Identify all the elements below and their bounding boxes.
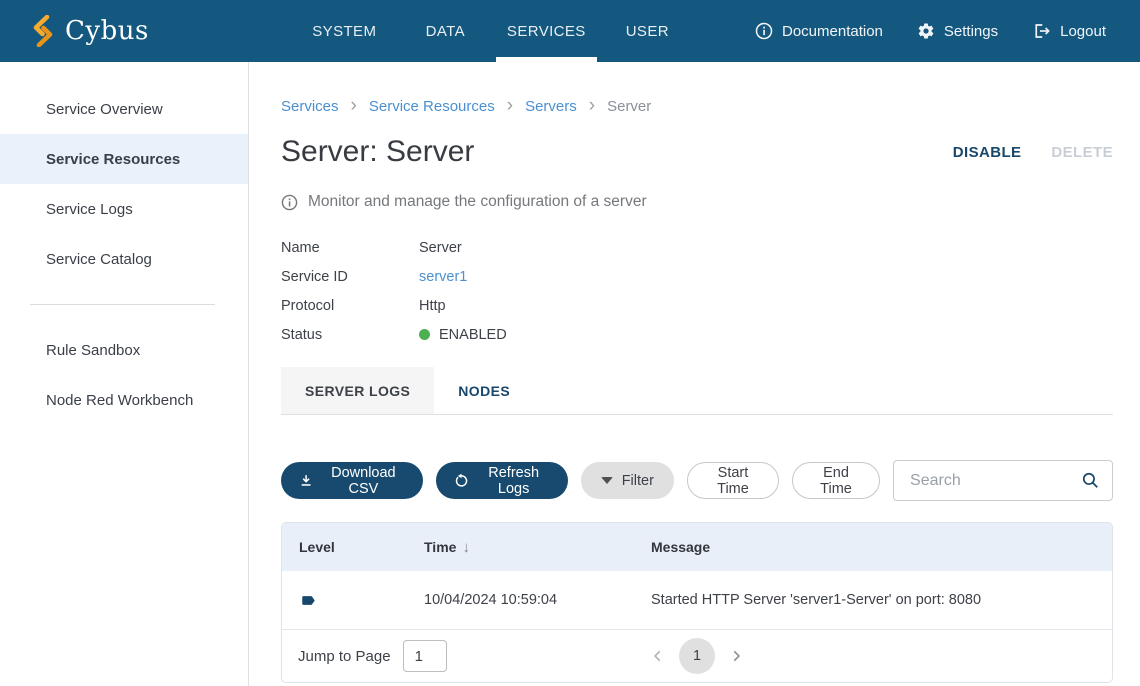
breadcrumb: Services › Service Resources › Servers ›… <box>281 96 1113 117</box>
detail-value-name: Server <box>419 240 462 256</box>
main-content: Services › Service Resources › Servers ›… <box>249 62 1140 686</box>
sidebar-item-service-catalog[interactable]: Service Catalog <box>0 234 248 284</box>
logout-button[interactable]: Logout <box>1032 22 1106 40</box>
sidebar-item-node-red-workbench[interactable]: Node Red Workbench <box>0 375 248 425</box>
status-enabled-dot <box>419 329 430 340</box>
logs-table-header: Level Time ↓ Message <box>282 523 1112 571</box>
next-page-button[interactable] <box>725 645 747 667</box>
download-csv-label: Download CSV <box>322 465 404 497</box>
detail-value-status: ENABLED <box>419 327 507 343</box>
gear-icon <box>917 22 935 40</box>
detail-label-service-id: Service ID <box>281 269 419 285</box>
column-header-level: Level <box>282 539 424 555</box>
breadcrumb-current: Server <box>607 98 651 115</box>
main-nav: SYSTEM DATA SERVICES USER <box>294 0 698 62</box>
status-text: ENABLED <box>439 327 507 343</box>
current-page-button[interactable]: 1 <box>679 638 715 674</box>
logs-table: Level Time ↓ Message 10/04/2024 10:59:04… <box>281 522 1113 683</box>
documentation-button[interactable]: Documentation <box>755 22 883 40</box>
nav-tab-user[interactable]: USER <box>597 0 698 62</box>
info-circle-icon <box>281 194 298 211</box>
breadcrumb-servers[interactable]: Servers <box>525 98 577 115</box>
sidebar-item-service-overview[interactable]: Service Overview <box>0 84 248 134</box>
server-details: Name Server Service ID server1 Protocol … <box>281 233 1113 349</box>
column-header-time[interactable]: Time ↓ <box>424 539 651 556</box>
sidebar-item-service-resources[interactable]: Service Resources <box>0 134 248 184</box>
dropdown-arrow-icon <box>601 477 613 484</box>
column-header-message: Message <box>651 539 1112 555</box>
log-level-cell <box>282 592 424 608</box>
start-time-label: Start Time <box>705 465 761 497</box>
brand-name: Cybus <box>65 16 149 46</box>
disable-button[interactable]: DISABLE <box>953 144 1022 161</box>
settings-button[interactable]: Settings <box>917 22 998 40</box>
breadcrumb-services[interactable]: Services <box>281 98 339 115</box>
filter-label: Filter <box>622 473 654 489</box>
pagination: 1 <box>647 638 747 674</box>
nav-tab-data[interactable]: DATA <box>395 0 496 62</box>
search-icon[interactable] <box>1081 471 1100 490</box>
time-header-label: Time <box>424 539 456 555</box>
navbar-actions: Documentation Settings Logout <box>755 0 1140 62</box>
sidebar-divider <box>30 304 215 305</box>
download-csv-button[interactable]: Download CSV <box>281 462 423 499</box>
sidebar: Service Overview Service Resources Servi… <box>0 62 249 686</box>
logout-label: Logout <box>1060 23 1106 40</box>
breadcrumb-separator-icon: › <box>589 96 595 117</box>
start-time-button[interactable]: Start Time <box>687 462 779 499</box>
logs-table-footer: Jump to Page 1 <box>282 629 1112 682</box>
settings-label: Settings <box>944 23 998 40</box>
refresh-logs-button[interactable]: Refresh Logs <box>436 462 568 499</box>
search-box <box>893 460 1113 501</box>
log-table-row: 10/04/2024 10:59:04 Started HTTP Server … <box>282 571 1112 629</box>
log-message-cell: Started HTTP Server 'server1-Server' on … <box>651 592 1112 608</box>
end-time-button[interactable]: End Time <box>792 462 880 499</box>
end-time-label: End Time <box>810 465 862 497</box>
search-input[interactable] <box>908 471 1081 491</box>
tab-server-logs[interactable]: SERVER LOGS <box>281 367 434 414</box>
chevron-right-icon <box>729 649 743 663</box>
nav-tab-system[interactable]: SYSTEM <box>294 0 395 62</box>
label-tag-icon <box>301 593 316 608</box>
refresh-logs-label: Refresh Logs <box>478 465 550 497</box>
jump-to-page-label: Jump to Page <box>298 648 391 665</box>
log-time-cell: 10/04/2024 10:59:04 <box>424 592 651 608</box>
breadcrumb-separator-icon: › <box>507 96 513 117</box>
detail-label-name: Name <box>281 240 419 256</box>
logout-icon <box>1032 22 1051 40</box>
detail-tabs: SERVER LOGS NODES <box>281 367 1113 415</box>
jump-to-page-input[interactable] <box>403 640 447 672</box>
detail-label-protocol: Protocol <box>281 298 419 314</box>
logs-toolbar: Download CSV Refresh Logs Filter Start T… <box>281 460 1113 501</box>
filter-button[interactable]: Filter <box>581 462 674 499</box>
page-title: Server: Server <box>281 135 474 169</box>
delete-button[interactable]: DELETE <box>1051 144 1113 161</box>
brand-logo[interactable]: Cybus <box>0 0 179 62</box>
info-icon <box>755 22 773 40</box>
cybus-logo-icon <box>30 15 56 47</box>
sidebar-item-rule-sandbox[interactable]: Rule Sandbox <box>0 325 248 375</box>
top-navbar: Cybus SYSTEM DATA SERVICES USER Document… <box>0 0 1140 62</box>
download-icon <box>299 472 313 489</box>
prev-page-button[interactable] <box>647 645 669 667</box>
page-description: Monitor and manage the configuration of … <box>308 193 647 211</box>
refresh-icon <box>454 472 469 490</box>
detail-value-service-id[interactable]: server1 <box>419 269 467 285</box>
detail-label-status: Status <box>281 327 419 343</box>
sort-desc-icon: ↓ <box>462 539 470 556</box>
detail-value-protocol: Http <box>419 298 446 314</box>
nav-tab-services[interactable]: SERVICES <box>496 0 597 62</box>
documentation-label: Documentation <box>782 23 883 40</box>
tab-nodes[interactable]: NODES <box>434 367 534 414</box>
chevron-left-icon <box>651 649 665 663</box>
breadcrumb-separator-icon: › <box>351 96 357 117</box>
breadcrumb-service-resources[interactable]: Service Resources <box>369 98 495 115</box>
sidebar-item-service-logs[interactable]: Service Logs <box>0 184 248 234</box>
